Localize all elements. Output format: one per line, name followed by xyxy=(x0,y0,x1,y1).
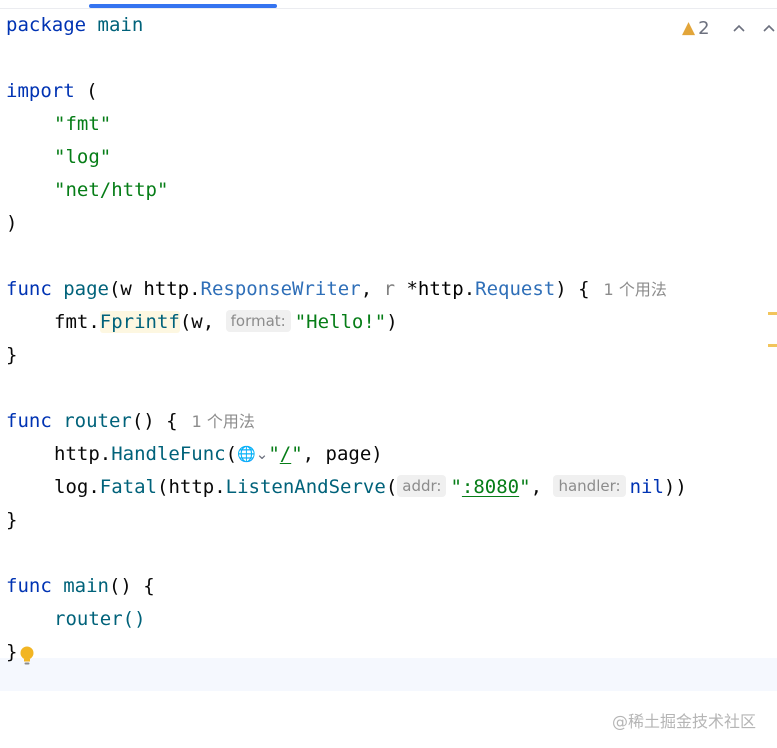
lightbulb-icon[interactable] xyxy=(19,645,35,667)
string-literal: "Hello!" xyxy=(294,311,387,333)
code-line-18: func main() { xyxy=(6,570,155,603)
function-name: router xyxy=(63,410,132,432)
globe-icon[interactable]: 🌐⌄ xyxy=(237,438,268,471)
code-token: . xyxy=(189,278,201,300)
watermark: @稀土掘金技术社区 xyxy=(611,712,756,731)
type-name: Request xyxy=(475,278,556,300)
code-line-19: router() xyxy=(54,608,146,630)
current-line-highlight xyxy=(0,658,777,691)
code-line-10: fmt.Fprintf(w, format: "Hello!") xyxy=(54,306,398,339)
previous-highlight-button[interactable] xyxy=(729,16,749,40)
code-token: " xyxy=(519,476,531,498)
scrollbar-warning-marker[interactable] xyxy=(768,344,777,347)
type-name: ResponseWriter xyxy=(200,278,361,300)
code-token: )) xyxy=(663,476,687,498)
code-token: . xyxy=(99,443,112,465)
code-token: . xyxy=(88,311,100,333)
code-token: . xyxy=(214,476,226,498)
code-line-14: http.HandleFunc(🌐⌄"/", page) xyxy=(54,438,383,471)
chevron-up-icon xyxy=(763,24,775,32)
code-token: http xyxy=(54,443,100,465)
url-path-link[interactable]: / xyxy=(280,443,291,465)
code-token: , page) xyxy=(302,443,383,465)
code-token: " xyxy=(450,476,462,498)
usage-count-link[interactable]: 1 个用法 xyxy=(604,280,667,299)
code-token: http xyxy=(168,476,215,498)
code-line-7: ) xyxy=(6,212,18,234)
code-token: http xyxy=(143,278,190,300)
scrollbar-warning-marker[interactable] xyxy=(768,312,777,315)
function-name: page xyxy=(63,278,109,300)
paren: ( xyxy=(86,80,98,102)
address-link[interactable]: :8080 xyxy=(462,476,519,498)
unused-param: r xyxy=(383,278,396,300)
package-name: main xyxy=(97,14,144,36)
warning-count: 2 xyxy=(698,17,710,39)
keyword: func xyxy=(6,278,52,300)
code-line-11: } xyxy=(6,344,18,366)
code-line-3: import ( xyxy=(6,75,98,108)
parameter-hint: handler: xyxy=(553,475,626,497)
function-call: ListenAndServe xyxy=(225,476,386,498)
keyword: func xyxy=(6,410,52,432)
keyword: nil xyxy=(629,476,664,498)
function-call: Fprintf xyxy=(99,311,180,333)
code-line-1: package main xyxy=(6,9,143,42)
code-token: ( xyxy=(225,443,238,465)
chevron-up-icon xyxy=(733,24,745,32)
keyword: package xyxy=(6,14,87,36)
code-token: " xyxy=(268,443,280,465)
code-token: ) xyxy=(386,311,398,333)
code-token: ( xyxy=(156,476,169,498)
function-call: Fatal xyxy=(99,476,157,498)
code-line-16: } xyxy=(6,509,18,531)
code-token: (w xyxy=(108,278,144,300)
code-editor[interactable]: package main import ( "fmt" "log" "net/h… xyxy=(0,9,777,748)
inspection-warnings[interactable]: ▲ 2 xyxy=(682,16,710,40)
code-token: () { xyxy=(131,410,178,432)
code-token: . xyxy=(463,278,476,300)
code-token: () { xyxy=(108,575,155,597)
function-name: main xyxy=(63,575,109,597)
code-token: " xyxy=(291,443,303,465)
keyword: func xyxy=(6,575,52,597)
code-line-5: "log" xyxy=(54,146,112,168)
keyword: import xyxy=(6,80,75,102)
code-line-15: log.Fatal(http.ListenAndServe(addr: ":808… xyxy=(54,471,687,504)
code-token: (w, xyxy=(179,311,226,333)
function-call: HandleFunc xyxy=(111,443,226,465)
code-token: fmt xyxy=(54,311,89,333)
code-token: * xyxy=(395,278,418,300)
usage-count-link[interactable]: 1 个用法 xyxy=(192,412,255,431)
code-line-13: func router() { 1 个用法 xyxy=(6,405,255,438)
code-token: http xyxy=(417,278,464,300)
warning-triangle-icon: ▲ xyxy=(682,18,696,38)
code-token: . xyxy=(88,476,100,498)
next-highlight-button[interactable] xyxy=(759,16,777,40)
code-line-4: "fmt" xyxy=(54,113,112,135)
code-token: ( xyxy=(385,476,398,498)
parameter-hint: format: xyxy=(225,310,291,332)
code-token: log xyxy=(54,476,89,498)
parameter-hint: addr: xyxy=(397,475,447,497)
code-line-9: func page(w http.ResponseWriter, r *http… xyxy=(6,273,667,306)
code-token: , xyxy=(360,278,384,300)
code-token: , xyxy=(530,476,554,498)
code-line-20: } xyxy=(6,641,18,663)
code-token: ) { xyxy=(555,278,590,300)
code-line-6: "net/http" xyxy=(54,179,169,201)
